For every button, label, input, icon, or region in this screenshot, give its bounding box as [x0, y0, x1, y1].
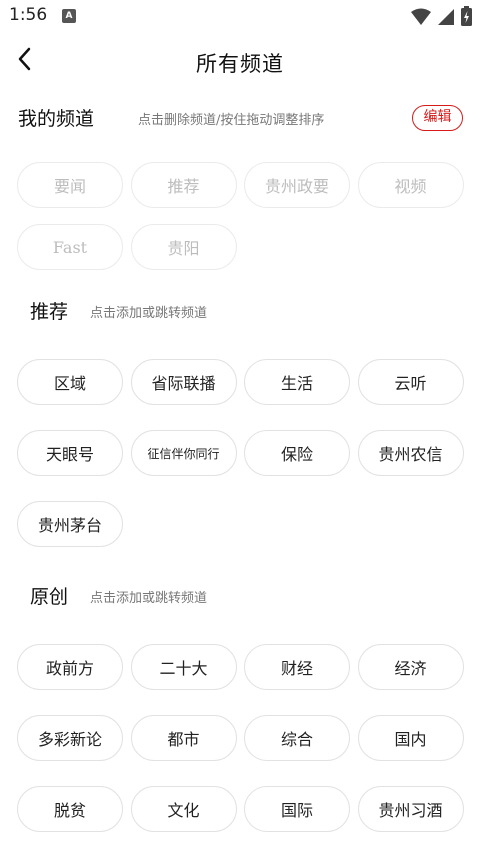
my-channel-chip[interactable]: 贵阳 [130, 224, 237, 270]
status-bar: 1:56 A [0, 0, 480, 34]
original-channel-chip[interactable]: 政前方 [17, 644, 123, 690]
edit-button[interactable]: 编辑 [412, 105, 463, 131]
status-icons [411, 6, 472, 26]
status-time: 1:56 [9, 5, 48, 25]
my-channels-hint: 点击删除频道/按住拖动调整排序 [138, 113, 325, 128]
original-channel-chip[interactable]: 二十大 [130, 644, 237, 690]
battery-icon [461, 6, 472, 26]
my-channels-title: 我的频道 [18, 108, 95, 130]
recommend-channel-chip[interactable]: 省际联播 [130, 359, 237, 405]
original-channel-chip[interactable]: 多彩新论 [17, 715, 123, 761]
signal-icon [438, 9, 454, 25]
recommend-channel-chip[interactable]: 征信伴你同行 [130, 430, 237, 476]
recommend-channel-chip[interactable]: 区域 [17, 359, 123, 405]
notification-icon: A [62, 9, 76, 23]
original-channel-chip[interactable]: 都市 [130, 715, 237, 761]
my-channel-chip[interactable]: 视频 [357, 162, 464, 208]
page-title: 所有频道 [196, 52, 284, 76]
my-channel-chip[interactable]: 贵州政要 [244, 162, 350, 208]
original-title: 原创 [30, 586, 69, 608]
original-channel-chip[interactable]: 经济 [357, 644, 464, 690]
original-channel-chip[interactable]: 综合 [244, 715, 350, 761]
original-channel-chip[interactable]: 国际 [244, 786, 350, 832]
original-channel-chip[interactable]: 文化 [130, 786, 237, 832]
recommend-channel-chip[interactable]: 生活 [244, 359, 350, 405]
my-channel-chip[interactable]: Fast [17, 224, 123, 270]
recommend-channel-chip[interactable]: 保险 [244, 430, 350, 476]
my-channels-grid: 要闻 推荐 贵州政要 视频 Fast 贵阳 [17, 162, 464, 270]
original-hint: 点击添加或跳转频道 [90, 591, 208, 606]
recommend-grid: 区域 省际联播 生活 云听 天眼号 征信伴你同行 保险 贵州农信 贵州茅台 [17, 359, 464, 547]
recommend-channel-chip[interactable]: 天眼号 [17, 430, 123, 476]
header: 所有频道 [0, 40, 480, 84]
my-channel-chip[interactable]: 要闻 [17, 162, 123, 208]
original-channel-chip[interactable]: 脱贫 [17, 786, 123, 832]
recommend-channel-chip[interactable]: 云听 [357, 359, 464, 405]
my-channels-header: 我的频道 点击删除频道/按住拖动调整排序 编辑 [0, 100, 480, 134]
my-channel-chip[interactable]: 推荐 [130, 162, 237, 208]
original-channel-chip[interactable]: 国内 [357, 715, 464, 761]
original-channel-chip[interactable]: 贵州习酒 [357, 786, 464, 832]
recommend-channel-chip[interactable]: 贵州茅台 [17, 501, 123, 547]
original-grid: 政前方 二十大 财经 经济 多彩新论 都市 综合 国内 脱贫 文化 国际 贵州习… [17, 644, 464, 832]
original-channel-chip[interactable]: 财经 [244, 644, 350, 690]
recommend-title: 推荐 [30, 301, 69, 323]
recommend-channel-chip[interactable]: 贵州农信 [357, 430, 464, 476]
wifi-icon [411, 8, 431, 25]
recommend-hint: 点击添加或跳转频道 [90, 306, 208, 321]
